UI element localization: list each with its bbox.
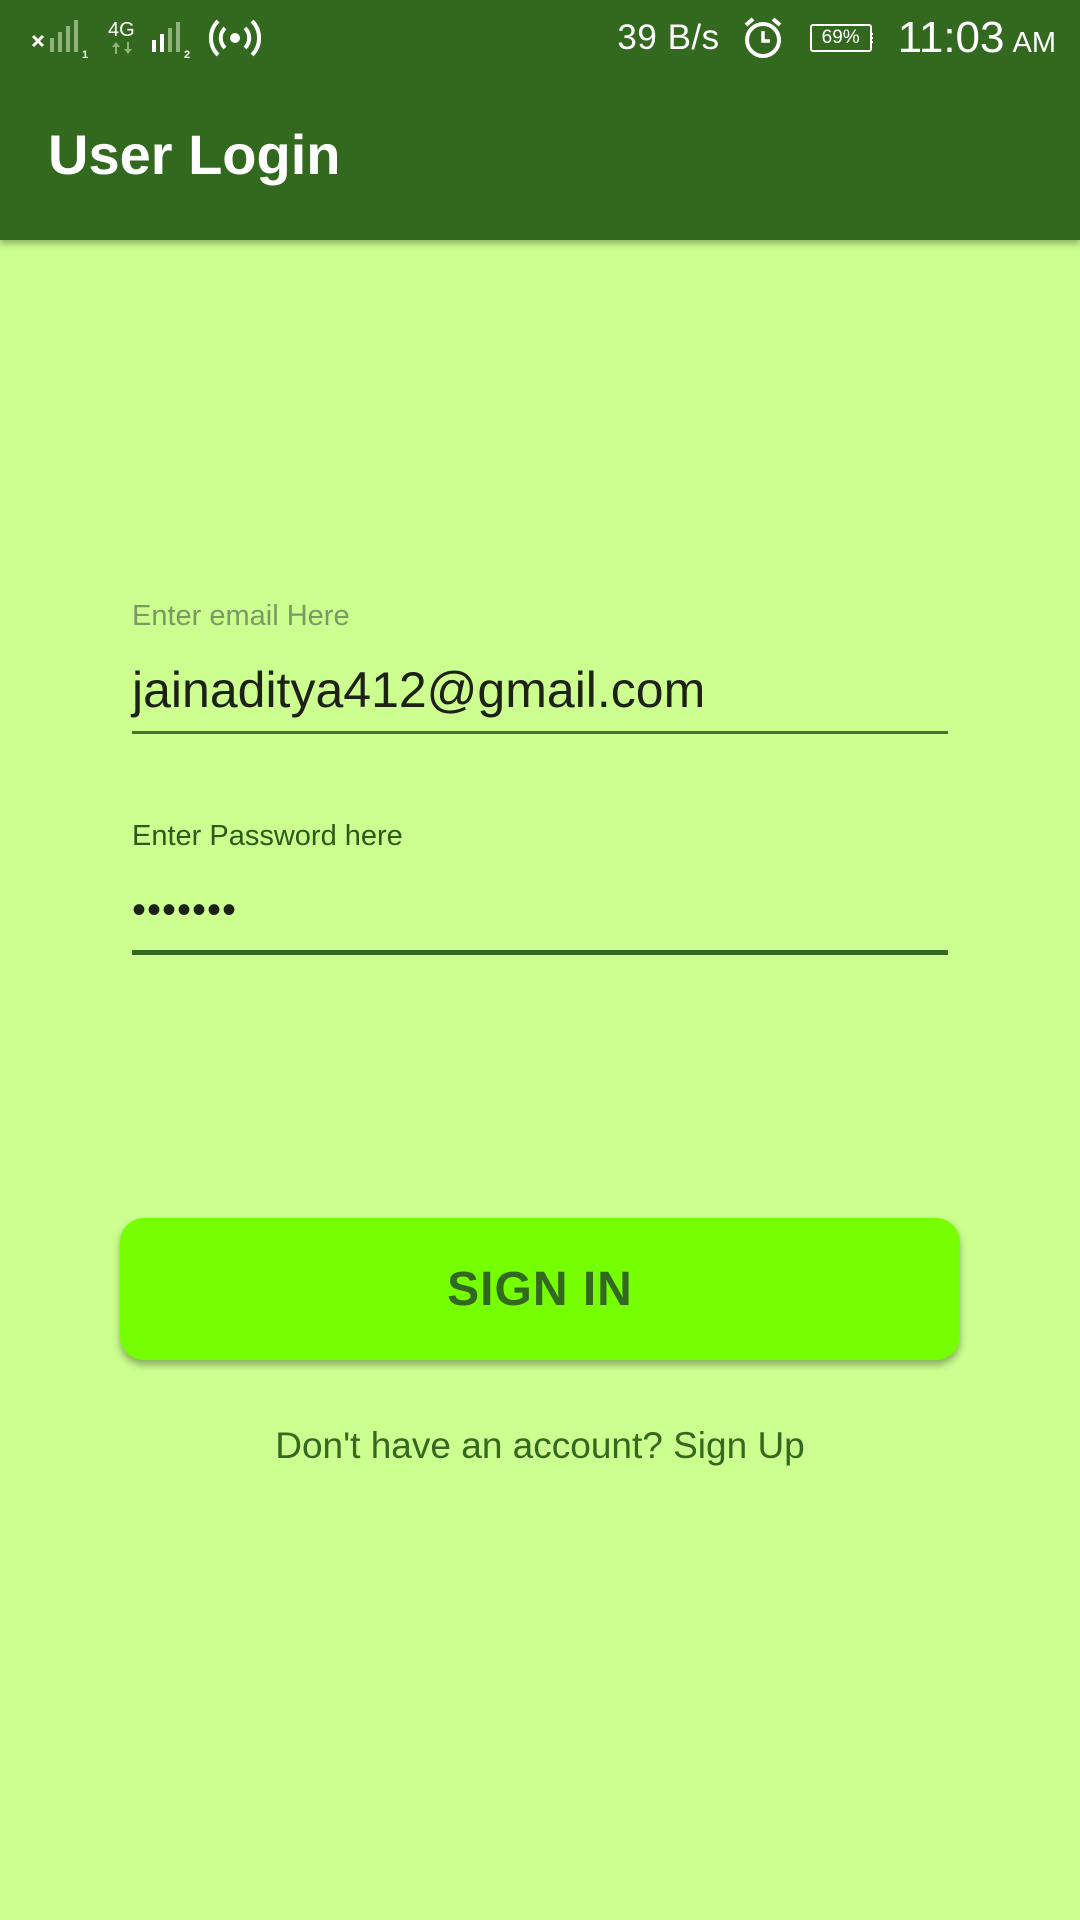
status-icons-right: 39 B/s 69% 11:03 AM bbox=[617, 0, 1056, 76]
svg-text:1: 1 bbox=[82, 49, 88, 61]
sign-up-link[interactable]: Don't have an account? Sign Up bbox=[0, 1425, 1080, 1467]
password-field[interactable]: ••••••• bbox=[132, 888, 237, 932]
svg-text:2: 2 bbox=[184, 49, 190, 61]
sim2-signal-icon: 2 bbox=[152, 22, 190, 61]
clock-ampm: AM bbox=[1012, 27, 1057, 59]
email-label: Enter email Here bbox=[132, 600, 350, 632]
battery-percent: 69% bbox=[821, 27, 860, 48]
password-field-underline bbox=[132, 950, 948, 955]
4g-data-icon: 4G bbox=[108, 19, 135, 54]
svg-text:4G: 4G bbox=[108, 19, 135, 41]
battery-icon: 69% bbox=[809, 24, 873, 52]
clock-time: 11:03 bbox=[897, 13, 1005, 62]
alarm-icon bbox=[744, 17, 781, 58]
sign-in-button[interactable]: SIGN IN bbox=[120, 1218, 960, 1360]
sim1-no-signal-icon: 1 bbox=[31, 20, 88, 61]
page-title: User Login bbox=[48, 123, 341, 186]
email-field[interactable]: jainaditya412@gmail.com bbox=[132, 660, 705, 720]
clock: 11:03 AM bbox=[898, 13, 1056, 63]
password-label: Enter Password here bbox=[132, 820, 403, 852]
hotspot-icon bbox=[208, 19, 262, 57]
network-speed: 39 B/s bbox=[617, 18, 720, 57]
status-icons-left: 1 4G 2 bbox=[30, 14, 262, 62]
email-field-underline bbox=[132, 731, 948, 734]
status-bar: 1 4G 2 39 B/s 69% 11:03 AM bbox=[0, 0, 1080, 76]
app-bar: User Login bbox=[0, 76, 1080, 240]
